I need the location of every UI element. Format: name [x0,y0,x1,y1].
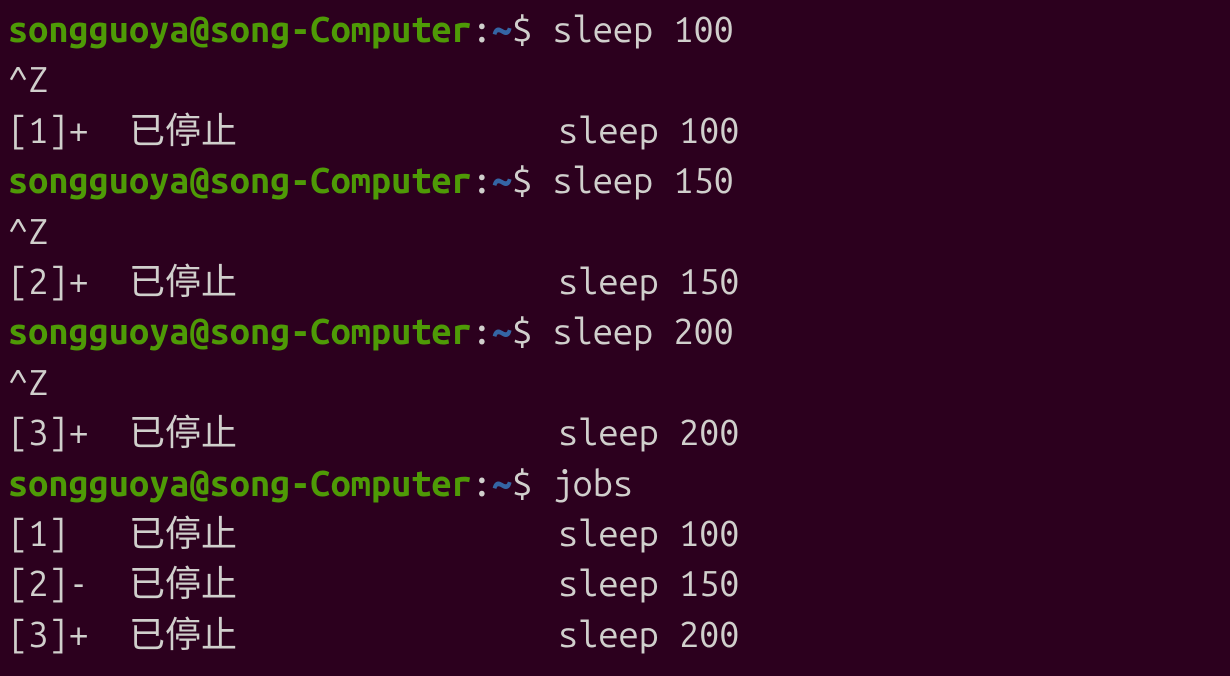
terminal-line: [2]+ 已停止sleep 150 [8,256,1222,306]
job-status: [3]+ 已停止 [8,407,558,457]
terminal-line: songguoya@song-Computer:~$ sleep 200 [8,306,1222,356]
terminal-line: ^Z [8,54,1222,104]
prompt-host: song-Computer [210,159,472,200]
prompt-dollar: $ [512,310,552,351]
output-text: ^Z [8,58,48,99]
prompt-dollar: $ [512,8,552,49]
prompt-host: song-Computer [210,8,472,49]
prompt-path: ~ [492,159,512,200]
prompt-colon: : [472,462,492,503]
prompt-user: songguoya [8,159,189,200]
terminal[interactable]: songguoya@song-Computer:~$ sleep 100^Z[1… [8,4,1222,659]
command-text: sleep 200 [552,310,733,351]
prompt-at: @ [189,310,209,351]
job-status: [3]+ 已停止 [8,609,558,659]
job-command: sleep 100 [558,109,739,150]
terminal-line: [1] 已停止sleep 100 [8,508,1222,558]
prompt-path: ~ [492,8,512,49]
output-text: ^Z [8,210,48,251]
job-command: sleep 150 [558,562,739,603]
prompt-colon: : [472,8,492,49]
output-text: ^Z [8,361,48,402]
prompt-user: songguoya [8,8,189,49]
command-text: sleep 100 [552,8,733,49]
job-command: sleep 200 [558,411,739,452]
terminal-line: [3]+ 已停止sleep 200 [8,407,1222,457]
prompt-path: ~ [492,462,512,503]
job-status: [2]- 已停止 [8,558,558,608]
terminal-line: songguoya@song-Computer:~$ sleep 150 [8,155,1222,205]
job-status: [1]+ 已停止 [8,105,558,155]
job-status: [2]+ 已停止 [8,256,558,306]
terminal-line: ^Z [8,357,1222,407]
prompt-at: @ [189,462,209,503]
terminal-line: songguoya@song-Computer:~$ sleep 100 [8,4,1222,54]
prompt-colon: : [472,310,492,351]
job-status: [1] 已停止 [8,508,558,558]
terminal-line: [2]- 已停止sleep 150 [8,558,1222,608]
job-command: sleep 200 [558,613,739,654]
job-command: sleep 150 [558,260,739,301]
job-command: sleep 100 [558,512,739,553]
prompt-colon: : [472,159,492,200]
prompt-path: ~ [492,310,512,351]
prompt-host: song-Computer [210,462,472,503]
terminal-line: [1]+ 已停止sleep 100 [8,105,1222,155]
terminal-line: songguoya@song-Computer:~$ jobs [8,458,1222,508]
prompt-dollar: $ [512,462,552,503]
command-text: jobs [552,462,633,503]
prompt-host: song-Computer [210,310,472,351]
prompt-user: songguoya [8,462,189,503]
terminal-line: [3]+ 已停止sleep 200 [8,609,1222,659]
prompt-at: @ [189,8,209,49]
command-text: sleep 150 [552,159,733,200]
prompt-at: @ [189,159,209,200]
terminal-line: ^Z [8,206,1222,256]
prompt-user: songguoya [8,310,189,351]
prompt-dollar: $ [512,159,552,200]
